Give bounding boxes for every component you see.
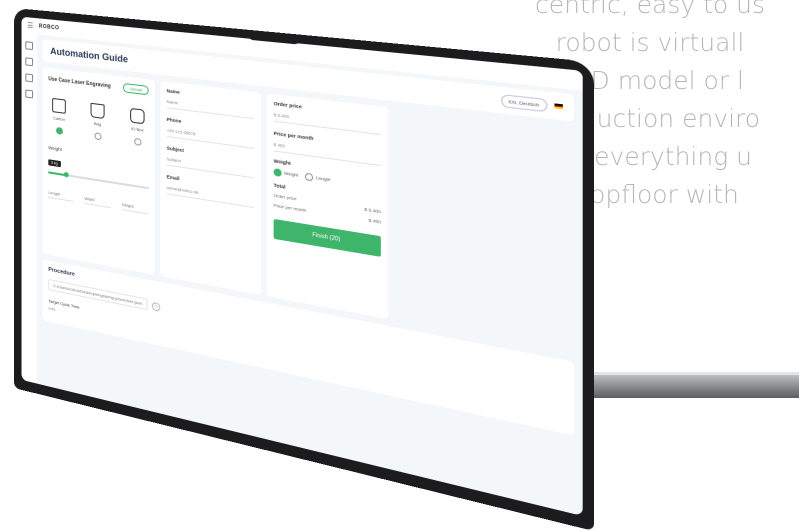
app-logo[interactable]: ROBCO [39, 23, 59, 31]
radio[interactable] [305, 172, 314, 182]
finish-button[interactable]: Finish (20) [273, 218, 381, 257]
total-row-name: Price per month [273, 202, 307, 214]
length-field[interactable]: Length [48, 189, 74, 202]
slider-handle[interactable] [63, 171, 69, 178]
width-field[interactable]: Width [84, 195, 111, 209]
option-label: Length [315, 174, 331, 183]
dimension-fields: Length Width Height [48, 189, 149, 215]
length-option[interactable]: Length [305, 172, 331, 184]
summary-card: Order price $ 5,400 Price per month $ 45… [266, 93, 389, 320]
upload-button[interactable]: Upload [123, 82, 149, 96]
language-select[interactable]: EN, Deutsch [500, 93, 548, 112]
carton-icon [52, 97, 66, 114]
height-field[interactable]: Height [121, 201, 149, 215]
total-row-name: Order price [273, 192, 297, 202]
laptop-lid: ☰ ROBCO Automation Guide EN, Deutsch Use… [14, 8, 595, 531]
total-row-value: $ 5,400 [364, 206, 381, 215]
packaging-options: Carton Bag IO Box [48, 97, 148, 147]
bag-icon [90, 102, 105, 120]
settings-icon[interactable] [25, 73, 33, 83]
main-content: Automation Guide EN, Deutsch Use Case La… [42, 38, 575, 514]
home-icon[interactable] [25, 41, 33, 51]
io-box-icon [130, 107, 145, 125]
contact-card: Name Name Phone +49 123 45678 Subject Su… [160, 80, 262, 295]
option-label: IO Box [130, 125, 144, 133]
weight-label: Weight [48, 145, 62, 153]
help-icon[interactable]: ? [151, 301, 161, 312]
option-label: Carton [53, 115, 65, 122]
screen: ☰ ROBCO Automation Guide EN, Deutsch Use… [21, 16, 583, 517]
radio-selected[interactable] [273, 168, 282, 177]
weight-slider[interactable] [48, 171, 149, 190]
use-case-title: Use Case Laser Engraving [48, 75, 111, 90]
radio[interactable] [94, 132, 102, 141]
option-label: Weight [283, 170, 299, 178]
option-io-box[interactable]: IO Box [130, 107, 145, 147]
flag-icon [554, 103, 563, 110]
weight-tooltip: 5 kg [48, 159, 61, 168]
weight-option[interactable]: Weight [273, 168, 299, 179]
laptop: ☰ ROBCO Automation Guide EN, Deutsch Use… [0, 0, 799, 531]
option-carton[interactable]: Carton [52, 97, 66, 135]
total-row-value: $ 450 [368, 217, 381, 225]
radio[interactable] [133, 137, 141, 146]
files-icon[interactable] [25, 89, 33, 99]
menu-icon[interactable]: ☰ [27, 21, 33, 30]
box-icon[interactable] [25, 57, 33, 67]
radio-selected[interactable] [55, 126, 63, 135]
use-case-header: Use Case Laser Engraving Upload [48, 74, 149, 96]
sidebar [21, 32, 37, 384]
use-case-card: Use Case Laser Engraving Upload Carton B… [42, 67, 156, 275]
option-bag[interactable]: Bag [90, 102, 105, 141]
option-label: Bag [93, 120, 102, 127]
